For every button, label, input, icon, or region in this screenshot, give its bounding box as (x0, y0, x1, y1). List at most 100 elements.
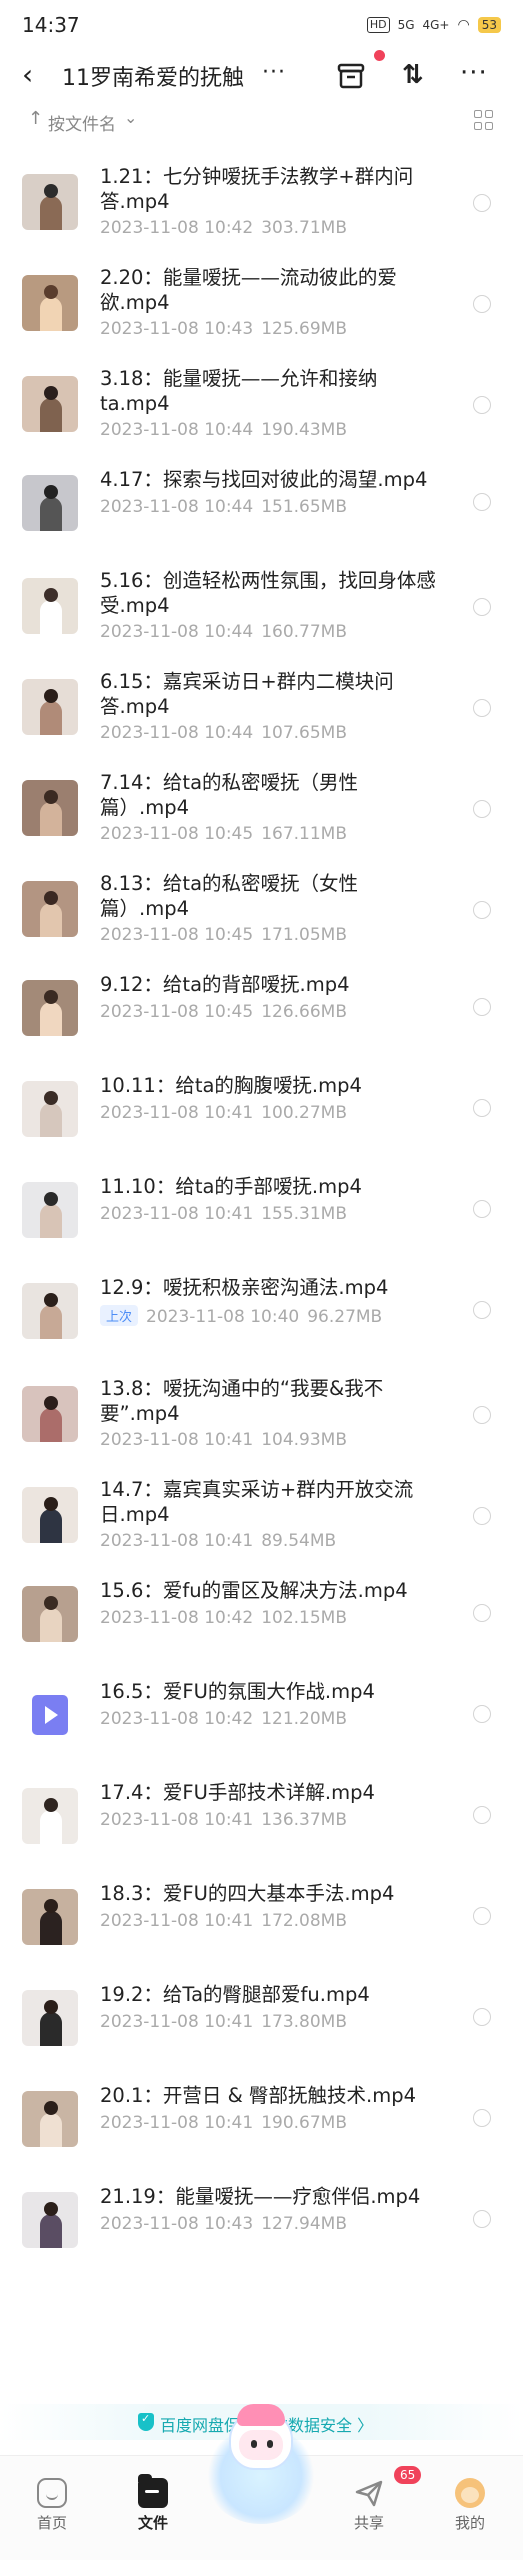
thumbnail-head (44, 689, 58, 703)
title-ellipsis-icon[interactable]: ··· (262, 60, 286, 85)
video-thumbnail (22, 2091, 78, 2147)
file-row[interactable]: 5.16：创造轻松两性氛围，找回身体感受.mp4 2023-11-08 10:44… (0, 554, 523, 655)
select-checkbox[interactable] (473, 2109, 491, 2127)
select-checkbox[interactable] (473, 1907, 491, 1925)
thumbnail-figure (40, 398, 62, 432)
sort-icon[interactable]: ⇅ (402, 60, 432, 90)
file-size: 104.93MB (261, 1430, 348, 1450)
file-name: 11.10：给ta的手部嗳抚.mp4 (100, 1175, 362, 1198)
transfer-list-icon[interactable] (336, 62, 366, 90)
page-title[interactable]: 11罗南希爱的抚触 (62, 60, 244, 92)
select-checkbox[interactable] (473, 901, 491, 919)
thumbnail-figure (40, 802, 62, 836)
select-checkbox[interactable] (473, 2210, 491, 2228)
select-checkbox[interactable] (473, 998, 491, 1016)
mascot-hair (237, 2404, 285, 2426)
chevron-down-icon[interactable]: ⌄ (124, 108, 137, 127)
assistant-mascot-button[interactable] (205, 2404, 317, 2524)
file-date: 2023-11-08 10:41 (100, 1430, 254, 1450)
select-checkbox[interactable] (473, 598, 491, 616)
file-row[interactable]: 16.5：爱FU的氛围大作战.mp4 2023-11-08 10:42 121.20… (0, 1665, 523, 1766)
thumbnail-figure (40, 1103, 62, 1137)
file-date: 2023-11-08 10:43 (100, 2214, 254, 2234)
thumbnail-figure (40, 1810, 62, 1844)
file-meta: 2023-11-08 10:44 107.65MB (100, 723, 347, 743)
mascot-face (239, 2430, 283, 2460)
status-bar: 14:37 HD 5G 4G+ ◠ 53 (0, 0, 523, 50)
select-checkbox[interactable] (473, 2008, 491, 2026)
file-row[interactable]: 9.12：给ta的背部嗳抚.mp4 2023-11-08 10:45 126.66M… (0, 958, 523, 1059)
back-icon[interactable]: ‹ (22, 61, 48, 90)
file-row[interactable]: 11.10：给ta的手部嗳抚.mp4 2023-11-08 10:41 155.31… (0, 1160, 523, 1261)
file-name: 9.12：给ta的背部嗳抚.mp4 (100, 973, 350, 996)
signal-5g-icon: 5G (397, 18, 415, 32)
tab-files[interactable]: 文件 (113, 2474, 193, 2533)
select-checkbox[interactable] (473, 295, 491, 313)
file-meta: 2023-11-08 10:41 100.27MB (100, 1103, 347, 1123)
file-date: 2023-11-08 10:41 (100, 1103, 254, 1123)
file-row[interactable]: 10.11：给ta的胸腹嗳抚.mp4 2023-11-08 10:41 100.27… (0, 1059, 523, 1160)
select-checkbox[interactable] (473, 493, 491, 511)
paper-plane-icon: 65 (354, 2466, 422, 2508)
file-row[interactable]: 18.3：爱FU的四大基本手法.mp4 2023-11-08 10:41 172.0… (0, 1867, 523, 1968)
file-row[interactable]: 13.8：嗳抚沟通中的“我要&我不要”.mp4 2023-11-08 10:41 1… (0, 1362, 523, 1463)
file-meta: 2023-11-08 10:45 171.05MB (100, 925, 347, 945)
thumbnail-figure (40, 1911, 62, 1945)
file-size: 126.66MB (261, 1002, 348, 1022)
file-date: 2023-11-08 10:42 (100, 218, 254, 238)
file-row[interactable]: 7.14：给ta的私密嗳抚（男性篇）.mp4 2023-11-08 10:45 16… (0, 756, 523, 857)
more-icon[interactable]: ··· (460, 58, 500, 88)
sort-by-name-button[interactable]: 按文件名 (48, 110, 116, 135)
file-row[interactable]: 1.21：七分钟嗳抚手法教学+群内问答.mp4 2023-11-08 10:42 3… (0, 150, 523, 251)
file-meta: 2023-11-08 10:44 160.77MB (100, 622, 347, 642)
tab-mine[interactable]: 我的 (430, 2478, 510, 2533)
file-date: 2023-11-08 10:44 (100, 420, 254, 440)
tab-files-label: 文件 (137, 2514, 168, 2532)
thumbnail-figure (40, 1608, 62, 1642)
thumbnail-head (44, 485, 58, 499)
file-row[interactable]: 8.13：给ta的私密嗳抚（女性篇）.mp4 2023-11-08 10:45 17… (0, 857, 523, 958)
file-row[interactable]: 14.7：嘉宾真实采访+群内开放交流日.mp4 2023-11-08 10:41 8… (0, 1463, 523, 1564)
file-row[interactable]: 19.2：给Ta的臀腿部爱fu.mp4 2023-11-08 10:41 173.8… (0, 1968, 523, 2069)
thumbnail-figure (40, 701, 62, 735)
file-row[interactable]: 15.6：爱fu的雷区及解决方法.mp4 2023-11-08 10:42 102.… (0, 1564, 523, 1665)
select-checkbox[interactable] (473, 194, 491, 212)
file-row[interactable]: 12.9：嗳抚积极亲密沟通法.mp4 上次 2023-11-08 10:40 96.2… (0, 1261, 523, 1362)
thumbnail-figure (40, 2113, 62, 2147)
thumbnail-head (44, 1293, 58, 1307)
tab-home[interactable]: 首页 (12, 2478, 92, 2533)
video-thumbnail (22, 174, 78, 230)
folder-icon (138, 2474, 168, 2508)
video-thumbnail (22, 679, 78, 735)
file-row[interactable]: 4.17：探索与找回对彼此的渴望.mp4 2023-11-08 10:44 151.… (0, 453, 523, 554)
file-row[interactable]: 6.15：嘉宾采访日+群内二模块问答.mp4 2023-11-08 10:44 10… (0, 655, 523, 756)
file-row[interactable]: 20.1：开营日 & 臀部抚触技术.mp4 2023-11-08 10:41 190… (0, 2069, 523, 2170)
select-checkbox[interactable] (473, 1604, 491, 1622)
play-icon (32, 1695, 68, 1735)
file-name: 18.3：爱FU的四大基本手法.mp4 (100, 1882, 395, 1905)
video-thumbnail (22, 1386, 78, 1442)
select-checkbox[interactable] (473, 1507, 491, 1525)
select-checkbox[interactable] (473, 1301, 491, 1319)
thumbnail-head (44, 588, 58, 602)
file-date: 2023-11-08 10:41 (100, 2012, 254, 2032)
grid-view-icon[interactable] (474, 110, 494, 130)
video-thumbnail (22, 1889, 78, 1945)
file-name: 8.13：给ta的私密嗳抚（女性篇）.mp4 (100, 872, 359, 920)
select-checkbox[interactable] (473, 1200, 491, 1218)
status-icons: HD 5G 4G+ ◠ 53 (366, 17, 501, 33)
select-checkbox[interactable] (473, 1406, 491, 1424)
file-row[interactable]: 2.20：能量嗳抚——流动彼此的爱欲.mp4 2023-11-08 10:43 12… (0, 251, 523, 352)
select-checkbox[interactable] (473, 1705, 491, 1723)
file-size: 173.80MB (261, 2012, 348, 2032)
tab-share[interactable]: 65 共享 (329, 2466, 422, 2533)
select-checkbox[interactable] (473, 699, 491, 717)
select-checkbox[interactable] (473, 1099, 491, 1117)
select-checkbox[interactable] (473, 800, 491, 818)
select-checkbox[interactable] (473, 1806, 491, 1824)
file-row[interactable]: 3.18：能量嗳抚——允许和接纳ta.mp4 2023-11-08 10:44 19… (0, 352, 523, 453)
select-checkbox[interactable] (473, 396, 491, 414)
file-row[interactable]: 17.4：爱FU手部技术详解.mp4 2023-11-08 10:41 136.37… (0, 1766, 523, 1867)
thumbnail-head (44, 386, 58, 400)
file-row[interactable]: 21.19：能量嗳抚——疗愈伴侣.mp4 2023-11-08 10:43 127.… (0, 2170, 523, 2271)
